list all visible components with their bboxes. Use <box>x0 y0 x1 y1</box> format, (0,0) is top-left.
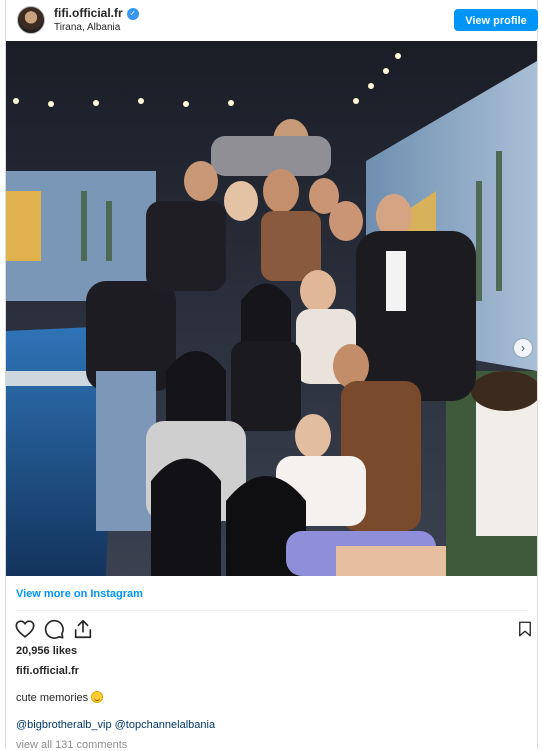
mentions[interactable]: @bigbrotheralb_vip @topchannelalbania <box>16 719 215 731</box>
caption: cute memories <box>16 691 104 704</box>
smiling-face-emoji-icon <box>91 691 104 703</box>
profile-avatar[interactable] <box>17 6 45 34</box>
group-photo <box>6 41 537 576</box>
location[interactable]: Tirana, Albania <box>54 22 120 33</box>
username-row[interactable]: fifi.official.fr ✓ <box>54 6 139 20</box>
view-comments-link[interactable]: view all 131 comments <box>16 739 127 751</box>
post-photo[interactable]: › <box>6 41 537 576</box>
post-owner[interactable]: fifi.official.fr <box>16 665 79 677</box>
bookmark-icon[interactable] <box>516 618 534 640</box>
view-profile-button[interactable]: View profile <box>454 9 538 31</box>
instagram-embed-card: fifi.official.fr ✓ Tirana, Albania View p… <box>5 0 538 751</box>
view-more-link[interactable]: View more on Instagram <box>16 588 143 600</box>
divider <box>16 610 527 611</box>
heart-icon[interactable] <box>14 618 36 640</box>
username[interactable]: fifi.official.fr <box>54 6 123 20</box>
post-header: fifi.official.fr ✓ Tirana, Albania View p… <box>6 0 538 41</box>
caption-text: cute memories <box>16 692 89 704</box>
chevron-right-icon: › <box>521 341 525 355</box>
comment-icon[interactable] <box>43 618 65 640</box>
like-count[interactable]: 20,956 likes <box>16 645 77 657</box>
share-icon[interactable] <box>72 618 94 640</box>
verified-badge-icon: ✓ <box>126 8 139 20</box>
next-slide-button[interactable]: › <box>514 339 532 357</box>
